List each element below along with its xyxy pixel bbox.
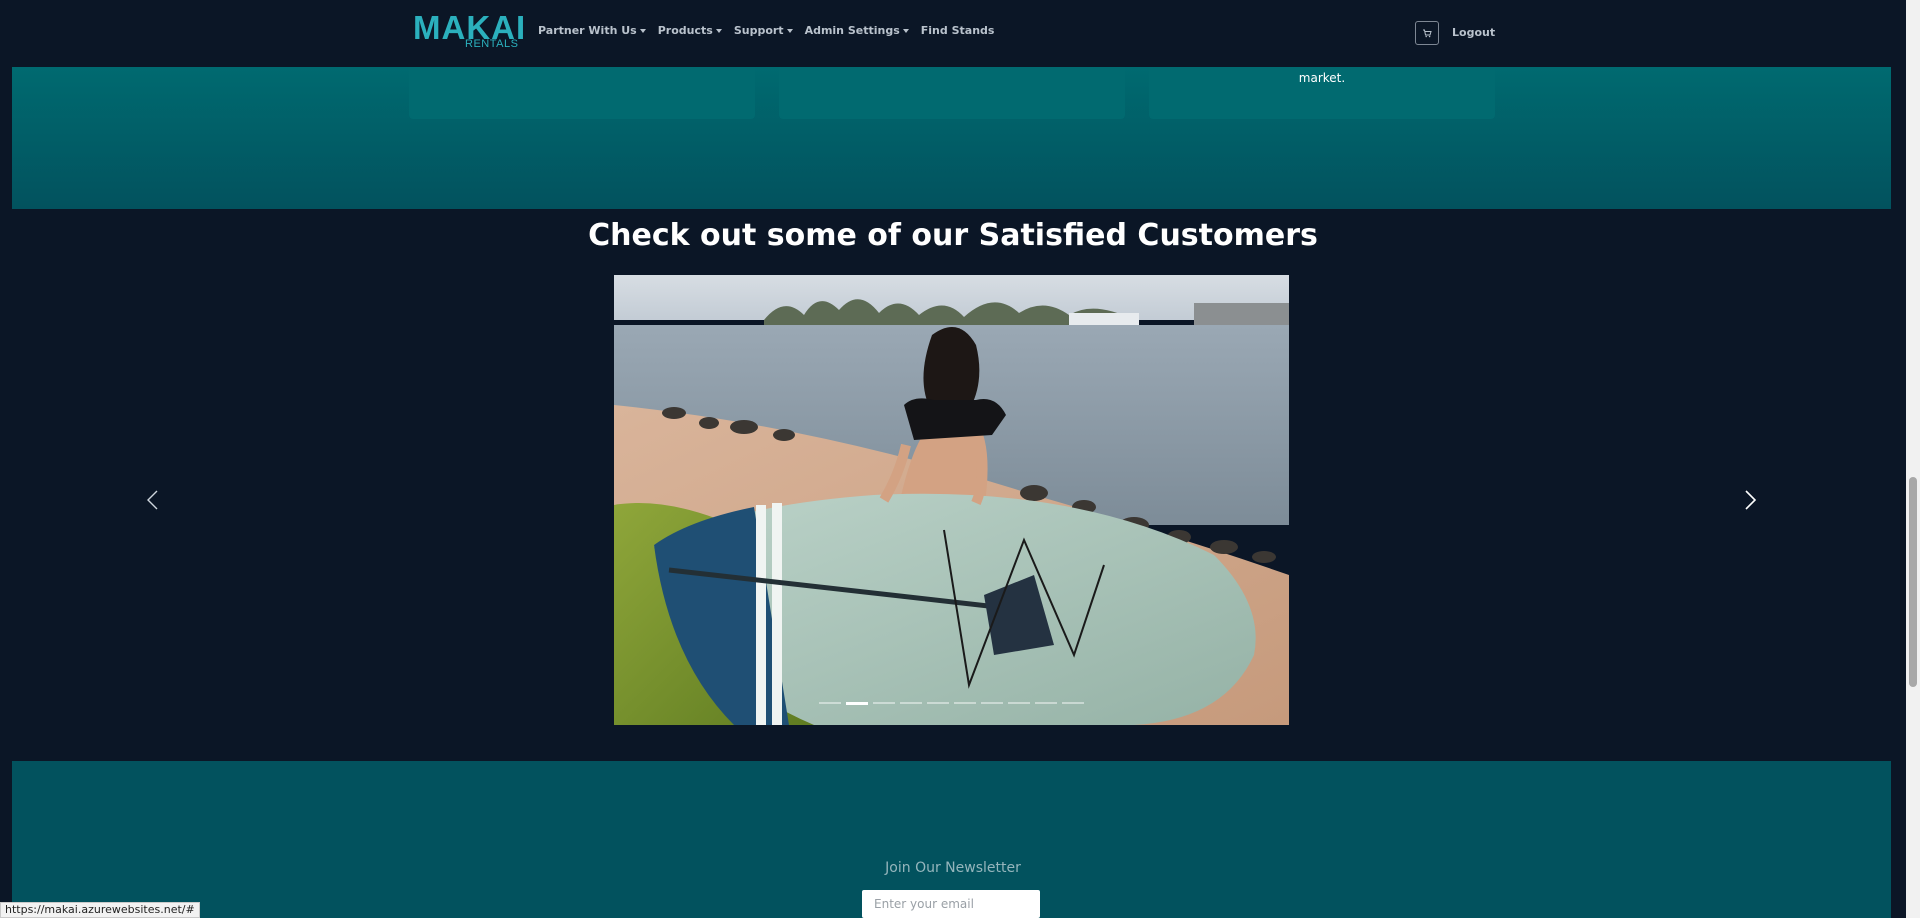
carousel-indicator[interactable]	[1008, 702, 1030, 704]
top-navbar: MAKAI RENTALS Partner With Us Products S…	[0, 0, 1906, 67]
caret-down-icon	[786, 28, 793, 33]
carousel-indicator[interactable]	[1035, 702, 1057, 704]
caret-down-icon	[902, 28, 909, 33]
nav-products[interactable]: Products	[658, 24, 722, 37]
carousel-indicator[interactable]	[873, 702, 895, 704]
carousel-indicators	[614, 702, 1289, 705]
cart-icon	[1423, 29, 1432, 38]
scrollbar-thumb[interactable]	[1909, 477, 1917, 687]
testimonial-carousel[interactable]	[614, 275, 1289, 725]
logo-subtitle: RENTALS	[465, 38, 519, 50]
cart-button[interactable]	[1415, 21, 1439, 45]
chevron-left-icon	[147, 490, 158, 510]
nav-partner-with-us[interactable]: Partner With Us	[538, 24, 646, 37]
nav-label: Partner With Us	[538, 24, 637, 37]
newsletter-email-input[interactable]	[862, 890, 1040, 918]
main-nav: Partner With Us Products Support Admin S…	[538, 24, 994, 37]
feature-card	[409, 67, 755, 119]
feature-card-text: market.	[1298, 71, 1346, 85]
carousel-next-button[interactable]	[1740, 488, 1760, 512]
nav-support[interactable]: Support	[734, 24, 793, 37]
customer-photo	[614, 275, 1289, 725]
carousel-indicator-active[interactable]	[846, 702, 868, 705]
page-scrollbar[interactable]	[1906, 0, 1920, 918]
nav-admin-settings[interactable]: Admin Settings	[805, 24, 909, 37]
feature-card	[779, 67, 1125, 119]
nav-label: Support	[733, 24, 784, 37]
logout-link[interactable]: Logout	[1452, 26, 1495, 39]
nav-label: Admin Settings	[804, 24, 900, 37]
feature-card: market.	[1149, 67, 1495, 119]
carousel-indicator[interactable]	[981, 702, 1003, 704]
chevron-right-icon	[1745, 490, 1757, 510]
carousel-prev-button[interactable]	[143, 488, 163, 512]
carousel-indicator[interactable]	[954, 702, 976, 704]
newsletter-title: Join Our Newsletter	[885, 860, 1021, 876]
carousel-indicator[interactable]	[927, 702, 949, 704]
caret-down-icon	[639, 28, 646, 33]
carousel-indicator[interactable]	[819, 702, 841, 704]
carousel-indicator[interactable]	[1062, 702, 1084, 704]
nav-find-stands[interactable]: Find Stands	[921, 24, 995, 37]
makai-logo[interactable]: MAKAI RENTALS	[413, 8, 525, 52]
status-bar-url: https://makai.azurewebsites.net/#	[0, 902, 200, 918]
carousel-indicator[interactable]	[900, 702, 922, 704]
nav-label: Find Stands	[920, 24, 995, 37]
nav-label: Products	[657, 24, 713, 37]
testimonials-title: Check out some of our Satisfied Customer…	[588, 218, 1318, 253]
caret-down-icon	[715, 28, 722, 33]
